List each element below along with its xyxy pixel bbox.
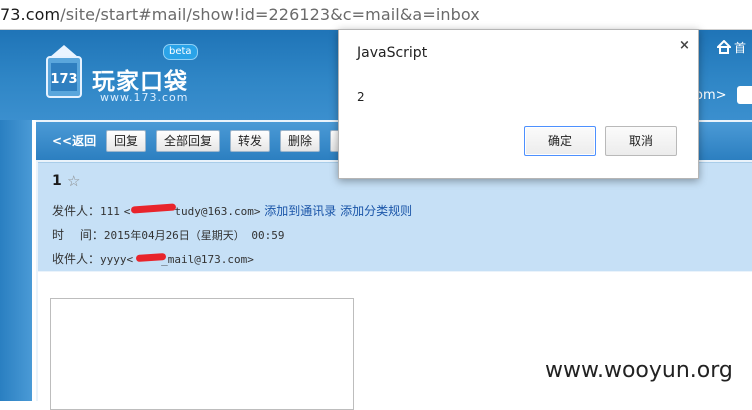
logo-url: www.173.com	[100, 91, 189, 104]
from-address: tudy@163.com>	[174, 205, 261, 218]
mail-subject: 1	[52, 173, 62, 189]
header-search-box[interactable]	[737, 86, 752, 104]
home-icon	[717, 40, 731, 54]
url-host: 73.com	[0, 5, 61, 24]
from-name: 111	[100, 205, 120, 218]
watermark: www.wooyun.org	[545, 358, 733, 383]
dialog-message: 2	[357, 90, 365, 104]
to-name: yyyy<	[100, 253, 134, 266]
cancel-button[interactable]: 取消	[605, 126, 677, 156]
left-rail	[0, 120, 32, 401]
add-rule-link[interactable]: 添加分类规则	[340, 204, 412, 218]
to-label: 收件人：	[52, 252, 101, 266]
add-contact-link[interactable]: 添加到通讯录	[264, 204, 336, 218]
home-label: 首	[734, 41, 747, 55]
forward-button[interactable]: 转发	[230, 130, 271, 152]
header-link-text[interactable]: om>	[695, 88, 727, 103]
ok-button[interactable]: 确定	[524, 126, 596, 156]
time-label: 时 间：	[52, 228, 104, 242]
close-icon[interactable]: ×	[679, 38, 690, 53]
star-icon[interactable]: ☆	[67, 172, 80, 190]
url-text[interactable]: 73.com/site/start#mail/show!id=226123&c=…	[0, 5, 480, 24]
js-alert-dialog: JavaScript × 2 确定 取消	[338, 29, 699, 179]
from-addr-prefix: <	[123, 205, 131, 218]
reply-all-button[interactable]: 全部回复	[156, 130, 221, 152]
svg-text:173: 173	[50, 72, 77, 87]
to-address: _mail@173.com>	[161, 253, 254, 266]
home-link[interactable]: 首	[717, 39, 746, 56]
reply-button[interactable]: 回复	[106, 130, 147, 152]
dialog-title: JavaScript	[357, 45, 428, 61]
address-bar[interactable]: 73.com/site/start#mail/show!id=226123&c=…	[0, 0, 752, 30]
beta-badge: beta	[163, 44, 198, 60]
back-button[interactable]: <<返回	[52, 132, 96, 149]
time-row: 时 间：2015年04月26日（星期天） 00:59	[52, 226, 285, 243]
time-value: 2015年04月26日（星期天） 00:59	[103, 229, 285, 242]
url-path: /site/start#mail/show!id=226123&c=mail&a…	[60, 5, 480, 24]
from-label: 发件人：	[52, 204, 101, 218]
delete-button[interactable]: 删除	[280, 130, 321, 152]
mail-body-frame[interactable]	[50, 298, 354, 410]
logo-bag-icon: 173	[46, 45, 82, 98]
from-row: 发件人：111 < tudy@163.com> 添加到通讯录 添加分类规则	[52, 202, 412, 219]
